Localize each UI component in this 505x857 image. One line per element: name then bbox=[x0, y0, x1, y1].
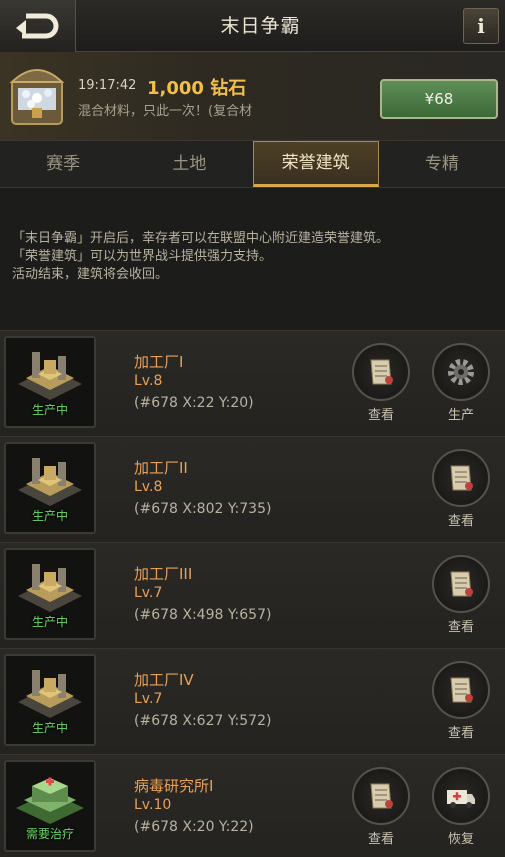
back-button[interactable] bbox=[0, 0, 76, 52]
event-description: 「末日争霸」开启后，幸存者可以在联盟中心附近建造荣誉建筑。 「荣誉建筑」可以为世… bbox=[12, 230, 497, 284]
recover-circle[interactable] bbox=[432, 767, 490, 825]
view-button[interactable]: 查看 bbox=[431, 661, 491, 741]
produce-circle[interactable] bbox=[432, 343, 490, 401]
ambulance-icon bbox=[447, 790, 475, 808]
top-bar: 末日争霸 i bbox=[0, 0, 505, 52]
tab-specialization[interactable]: 专精 bbox=[379, 141, 505, 187]
tab-land[interactable]: 土地 bbox=[126, 141, 252, 187]
building-row: 生产中 加工厂IV Lv.7 (#678 X:627 Y:572) 查看 bbox=[0, 648, 505, 754]
scroll-icon bbox=[450, 465, 473, 491]
description-line: 「荣誉建筑」可以为世界战斗提供强力支持。 bbox=[12, 249, 273, 264]
buy-price-button[interactable]: ¥68 bbox=[380, 79, 498, 119]
building-coordinates[interactable]: (#678 X:498 Y:657) bbox=[134, 607, 271, 623]
building-thumbnail[interactable]: 生产中 bbox=[4, 336, 96, 428]
info-button[interactable]: i bbox=[463, 8, 499, 44]
gear-icon bbox=[448, 359, 474, 385]
description-line: 活动结束，建筑将会收回。 bbox=[12, 267, 169, 282]
building-level: Lv.10 bbox=[134, 797, 172, 813]
building-name: 加工厂III bbox=[134, 565, 193, 583]
page-title: 末日争霸 bbox=[220, 15, 301, 37]
promo-banner[interactable]: 19:17:42 1,000 钻石 混合材料，只此一次！(复合材 ¥68 bbox=[0, 52, 505, 184]
produce-button[interactable]: 生产 bbox=[431, 343, 491, 423]
produce-label: 生产 bbox=[447, 408, 474, 423]
promo-timer: 19:17:42 bbox=[78, 78, 137, 93]
building-level: Lv.8 bbox=[134, 373, 163, 389]
building-row: 生产中 加工厂I Lv.8 (#678 X:22 Y:20) 查看 生产 bbox=[0, 330, 505, 436]
building-level: Lv.7 bbox=[134, 691, 163, 707]
view-label: 查看 bbox=[447, 514, 474, 529]
description-line: 「末日争霸」开启后，幸存者可以在联盟中心附近建造荣誉建筑。 bbox=[12, 231, 390, 246]
tab-bar: 赛季 土地 荣誉建筑 专精 bbox=[0, 140, 505, 188]
view-circle[interactable] bbox=[352, 343, 410, 401]
tab-honor-buildings[interactable]: 荣誉建筑 bbox=[252, 141, 379, 187]
recover-label: 恢复 bbox=[447, 832, 474, 847]
building-status: 生产中 bbox=[31, 615, 68, 629]
back-arrow-icon bbox=[16, 13, 59, 39]
building-coordinates[interactable]: (#678 X:627 Y:572) bbox=[134, 713, 271, 729]
scroll-icon bbox=[450, 571, 473, 597]
building-thumbnail[interactable]: 生产中 bbox=[4, 442, 96, 534]
scroll-icon bbox=[370, 359, 393, 385]
view-circle[interactable] bbox=[352, 767, 410, 825]
building-coordinates[interactable]: (#678 X:22 Y:20) bbox=[134, 395, 254, 411]
scroll-icon bbox=[450, 677, 473, 703]
building-status: 需要治疗 bbox=[25, 827, 74, 841]
building-thumbnail[interactable]: 生产中 bbox=[4, 654, 96, 746]
view-circle[interactable] bbox=[432, 555, 490, 613]
view-label: 查看 bbox=[367, 408, 394, 423]
building-level: Lv.7 bbox=[134, 585, 163, 601]
view-button[interactable]: 查看 bbox=[351, 767, 411, 847]
view-circle[interactable] bbox=[432, 661, 490, 719]
promo-amount: 1,000 钻石 bbox=[147, 78, 247, 99]
diamond-chest-icon bbox=[9, 69, 65, 125]
building-row: 需要治疗 病毒研究所I Lv.10 (#678 X:20 Y:22) 查看 恢复 bbox=[0, 754, 505, 857]
promo-description: 混合材料，只此一次！(复合材 bbox=[78, 104, 253, 119]
recover-button[interactable]: 恢复 bbox=[431, 767, 491, 847]
view-button[interactable]: 查看 bbox=[431, 555, 491, 635]
view-label: 查看 bbox=[447, 620, 474, 635]
building-thumbnail[interactable]: 需要治疗 bbox=[4, 760, 96, 852]
view-label: 查看 bbox=[447, 726, 474, 741]
view-circle[interactable] bbox=[432, 449, 490, 507]
building-status: 生产中 bbox=[31, 403, 68, 417]
building-name: 病毒研究所I bbox=[134, 777, 214, 795]
building-name: 加工厂I bbox=[134, 353, 184, 371]
view-button[interactable]: 查看 bbox=[351, 343, 411, 423]
tab-season[interactable]: 赛季 bbox=[0, 141, 126, 187]
building-status: 生产中 bbox=[31, 721, 68, 735]
building-row: 生产中 加工厂II Lv.8 (#678 X:802 Y:735) 查看 bbox=[0, 436, 505, 542]
building-level: Lv.8 bbox=[134, 479, 163, 495]
building-status: 生产中 bbox=[31, 509, 68, 523]
view-label: 查看 bbox=[367, 832, 394, 847]
building-name: 加工厂IV bbox=[134, 671, 194, 689]
building-thumbnail[interactable]: 生产中 bbox=[4, 548, 96, 640]
building-name: 加工厂II bbox=[134, 459, 188, 477]
view-button[interactable]: 查看 bbox=[431, 449, 491, 529]
building-coordinates[interactable]: (#678 X:802 Y:735) bbox=[134, 501, 271, 517]
building-row: 生产中 加工厂III Lv.7 (#678 X:498 Y:657) 查看 bbox=[0, 542, 505, 648]
building-coordinates[interactable]: (#678 X:20 Y:22) bbox=[134, 819, 254, 835]
scroll-icon bbox=[370, 783, 393, 809]
building-list: 生产中 加工厂I Lv.8 (#678 X:22 Y:20) 查看 生产 生产中… bbox=[0, 330, 505, 857]
